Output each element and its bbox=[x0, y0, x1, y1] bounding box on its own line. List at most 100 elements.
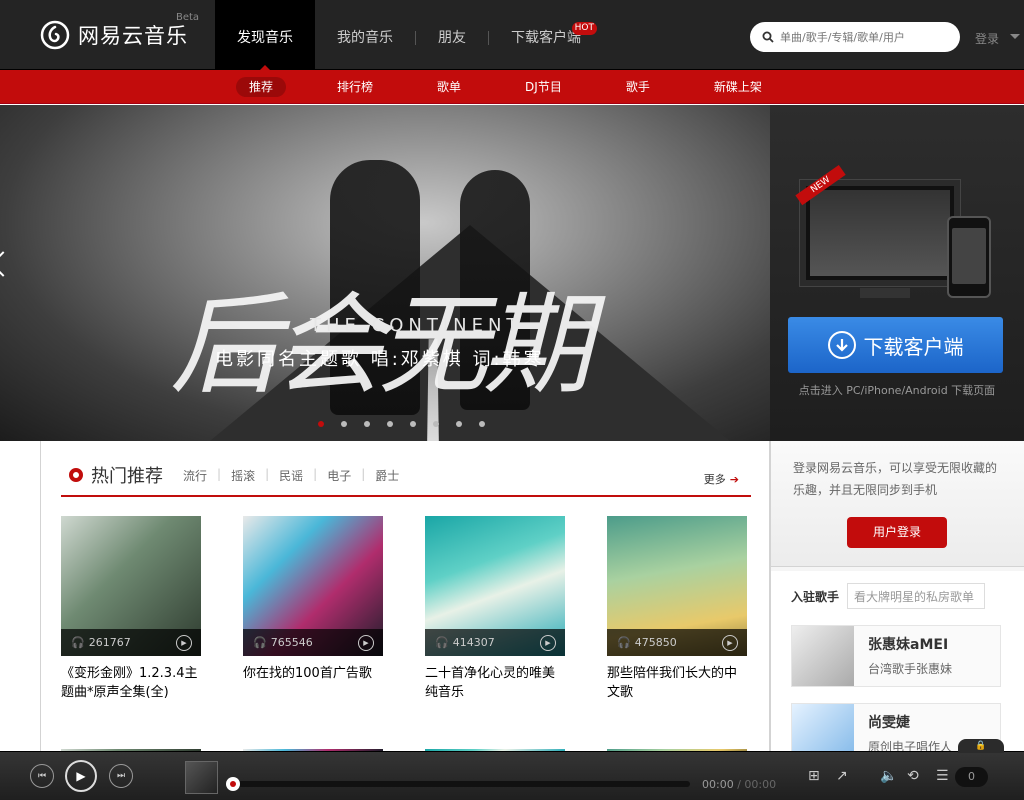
playlist-cover[interactable]: 🎧 475850 ▶ bbox=[607, 516, 747, 656]
now-playing-thumbnail[interactable] bbox=[185, 761, 218, 794]
chevron-down-icon[interactable] bbox=[1010, 34, 1020, 44]
play-icon[interactable]: ▶ bbox=[358, 635, 374, 651]
banner-dot[interactable] bbox=[318, 421, 324, 427]
banner-dot[interactable] bbox=[387, 421, 393, 427]
playlist-title[interactable]: 那些陪伴我们长大的中文歌 bbox=[607, 664, 747, 702]
nav-friends[interactable]: 朋友 bbox=[416, 0, 488, 70]
sub-nav: 推荐 排行榜 歌单 DJ节目 歌手 新碟上架 bbox=[0, 70, 1024, 104]
arrow-right-icon: ➔ bbox=[729, 473, 739, 486]
banner-dot[interactable] bbox=[410, 421, 416, 427]
volume-icon[interactable]: 🔈 bbox=[880, 768, 897, 784]
cover-bar: 🎧 765546 ▶ bbox=[243, 629, 383, 656]
banner-dot[interactable] bbox=[479, 421, 485, 427]
headphones-icon: 🎧 bbox=[253, 636, 267, 649]
nav-discover[interactable]: 发现音乐 bbox=[215, 0, 315, 71]
previous-track-icon[interactable]: ⏮ bbox=[30, 764, 54, 788]
headphones-icon: 🎧 bbox=[435, 636, 449, 649]
banner-dot[interactable] bbox=[433, 421, 439, 427]
subnav-dj[interactable]: DJ节目 bbox=[512, 77, 575, 97]
subnav-artists[interactable]: 歌手 bbox=[613, 77, 663, 97]
artists-title: 入驻歌手 bbox=[791, 589, 840, 604]
desktop-client-image bbox=[800, 180, 960, 286]
playlist-card: 🎧 765546 ▶ 你在找的100首广告歌 bbox=[243, 516, 383, 702]
top-bar: 网易云音乐 Beta 发现音乐 我的音乐 朋友 下载客户端 HOT 登录 bbox=[0, 0, 1024, 71]
lock-icon[interactable]: 🔒 bbox=[958, 739, 1004, 753]
circle-marker-icon bbox=[69, 468, 83, 482]
playlist-count[interactable]: 0 bbox=[955, 767, 988, 787]
hero-banner[interactable]: 后会无期 THE CONTINENT 电影同名主题歌 唱:邓紫棋 词:韩寒 bbox=[0, 105, 770, 441]
headphones-icon: 🎧 bbox=[617, 636, 631, 649]
tag-rock[interactable]: 摇滚 bbox=[231, 467, 255, 484]
playlist-icon[interactable]: ☰ bbox=[936, 768, 949, 784]
tag-divider: | bbox=[265, 466, 270, 481]
banner-dot[interactable] bbox=[456, 421, 462, 427]
hot-recommend-title: 热门推荐 bbox=[91, 466, 163, 487]
artist-name: 尚雯婕 bbox=[868, 715, 910, 731]
subnav-charts[interactable]: 排行榜 bbox=[324, 77, 386, 97]
tag-electronic[interactable]: 电子 bbox=[327, 467, 351, 484]
playlist-cover[interactable]: 🎧 261767 ▶ bbox=[61, 516, 201, 656]
user-login-button[interactable]: 用户登录 bbox=[847, 517, 947, 548]
cover-bar: 🎧 475850 ▶ bbox=[607, 629, 747, 656]
play-button-icon[interactable]: ▶ bbox=[65, 760, 97, 792]
play-count: 475850 bbox=[634, 636, 677, 649]
nav-download[interactable]: 下载客户端 HOT bbox=[489, 0, 603, 70]
logo[interactable]: 网易云音乐 bbox=[40, 20, 188, 50]
beta-label: Beta bbox=[176, 12, 200, 23]
login-link[interactable]: 登录 bbox=[975, 30, 999, 47]
banner-subtitle: THE CONTINENT bbox=[310, 315, 523, 336]
download-arrow-icon bbox=[827, 331, 856, 359]
search-box[interactable] bbox=[750, 22, 960, 52]
playlist-card: 🎧 414307 ▶ 二十首净化心灵的唯美纯音乐 bbox=[425, 516, 565, 702]
tag-pop[interactable]: 流行 bbox=[183, 467, 207, 484]
play-icon[interactable]: ▶ bbox=[540, 635, 556, 651]
subnav-playlists[interactable]: 歌单 bbox=[424, 77, 474, 97]
playlist-grid: 🎧 261767 ▶ 《变形金刚》1.2.3.4主题曲*原声全集(全) 🎧 76… bbox=[61, 516, 789, 702]
artist-card[interactable]: 张惠妹aMEI 台湾歌手张惠妹 bbox=[791, 625, 1001, 687]
play-count: 261767 bbox=[88, 636, 131, 649]
download-button-label: 下载客户端 bbox=[863, 334, 964, 359]
tag-folk[interactable]: 民谣 bbox=[279, 467, 303, 484]
artist-avatar bbox=[792, 626, 854, 686]
progress-bar[interactable] bbox=[226, 777, 690, 791]
hot-recommend-header: 热门推荐 流行 | 摇滚 | 民谣 | 电子 | 爵士 更多 ➔ bbox=[61, 463, 751, 497]
nav-download-label: 下载客户端 bbox=[511, 30, 581, 46]
tag-jazz[interactable]: 爵士 bbox=[375, 467, 399, 484]
play-count: 765546 bbox=[270, 636, 313, 649]
playlist-title[interactable]: 二十首净化心灵的唯美纯音乐 bbox=[425, 664, 565, 702]
nav-my-music[interactable]: 我的音乐 bbox=[315, 0, 415, 70]
playlist-title[interactable]: 《变形金刚》1.2.3.4主题曲*原声全集(全) bbox=[61, 664, 201, 702]
more-label: 更多 bbox=[703, 473, 726, 486]
subnav-recommend[interactable]: 推荐 bbox=[236, 77, 287, 97]
playlist-title[interactable]: 你在找的100首广告歌 bbox=[243, 664, 383, 683]
tag-divider: | bbox=[361, 466, 366, 481]
main-nav: 发现音乐 我的音乐 朋友 下载客户端 HOT bbox=[215, 0, 603, 71]
next-track-icon[interactable]: ⏭ bbox=[109, 764, 133, 788]
banner-dot[interactable] bbox=[364, 421, 370, 427]
banner-dot[interactable] bbox=[341, 421, 347, 427]
play-count: 414307 bbox=[452, 636, 495, 649]
download-note-link[interactable]: 点击进入 PC/iPhone/Android 下载页面 bbox=[770, 382, 1024, 398]
download-client-button[interactable]: 下载客户端 bbox=[788, 317, 1003, 373]
search-icon bbox=[762, 31, 774, 43]
artist-name: 张惠妹aMEI bbox=[868, 637, 949, 653]
banner-caption: 电影同名主题歌 唱:邓紫棋 词:韩寒 bbox=[215, 349, 545, 370]
playlist-cover[interactable]: 🎧 765546 ▶ bbox=[243, 516, 383, 656]
banner-prev-icon[interactable] bbox=[0, 251, 16, 277]
playlist-card: 🎧 261767 ▶ 《变形金刚》1.2.3.4主题曲*原声全集(全) bbox=[61, 516, 201, 702]
tag-divider: | bbox=[217, 466, 222, 481]
banner-dots bbox=[318, 421, 502, 427]
add-to-playlist-icon[interactable]: ⊞ bbox=[808, 768, 820, 784]
subnav-new-albums[interactable]: 新碟上架 bbox=[701, 77, 775, 97]
artists-search-field[interactable] bbox=[847, 583, 986, 609]
share-icon[interactable]: ↗ bbox=[836, 768, 848, 784]
play-icon[interactable]: ▶ bbox=[722, 635, 738, 651]
search-input[interactable] bbox=[780, 30, 950, 44]
loop-mode-icon[interactable]: ⟲ bbox=[907, 768, 919, 784]
login-box: 登录网易云音乐，可以享受无限收藏的乐趣，并且无限同步到手机 用户登录 bbox=[771, 441, 1024, 567]
play-icon[interactable]: ▶ bbox=[176, 635, 192, 651]
playlist-cover[interactable]: 🎧 414307 ▶ bbox=[425, 516, 565, 656]
logo-text: 网易云音乐 bbox=[78, 24, 188, 48]
more-link[interactable]: 更多 ➔ bbox=[704, 471, 739, 487]
progress-handle[interactable] bbox=[226, 777, 240, 791]
